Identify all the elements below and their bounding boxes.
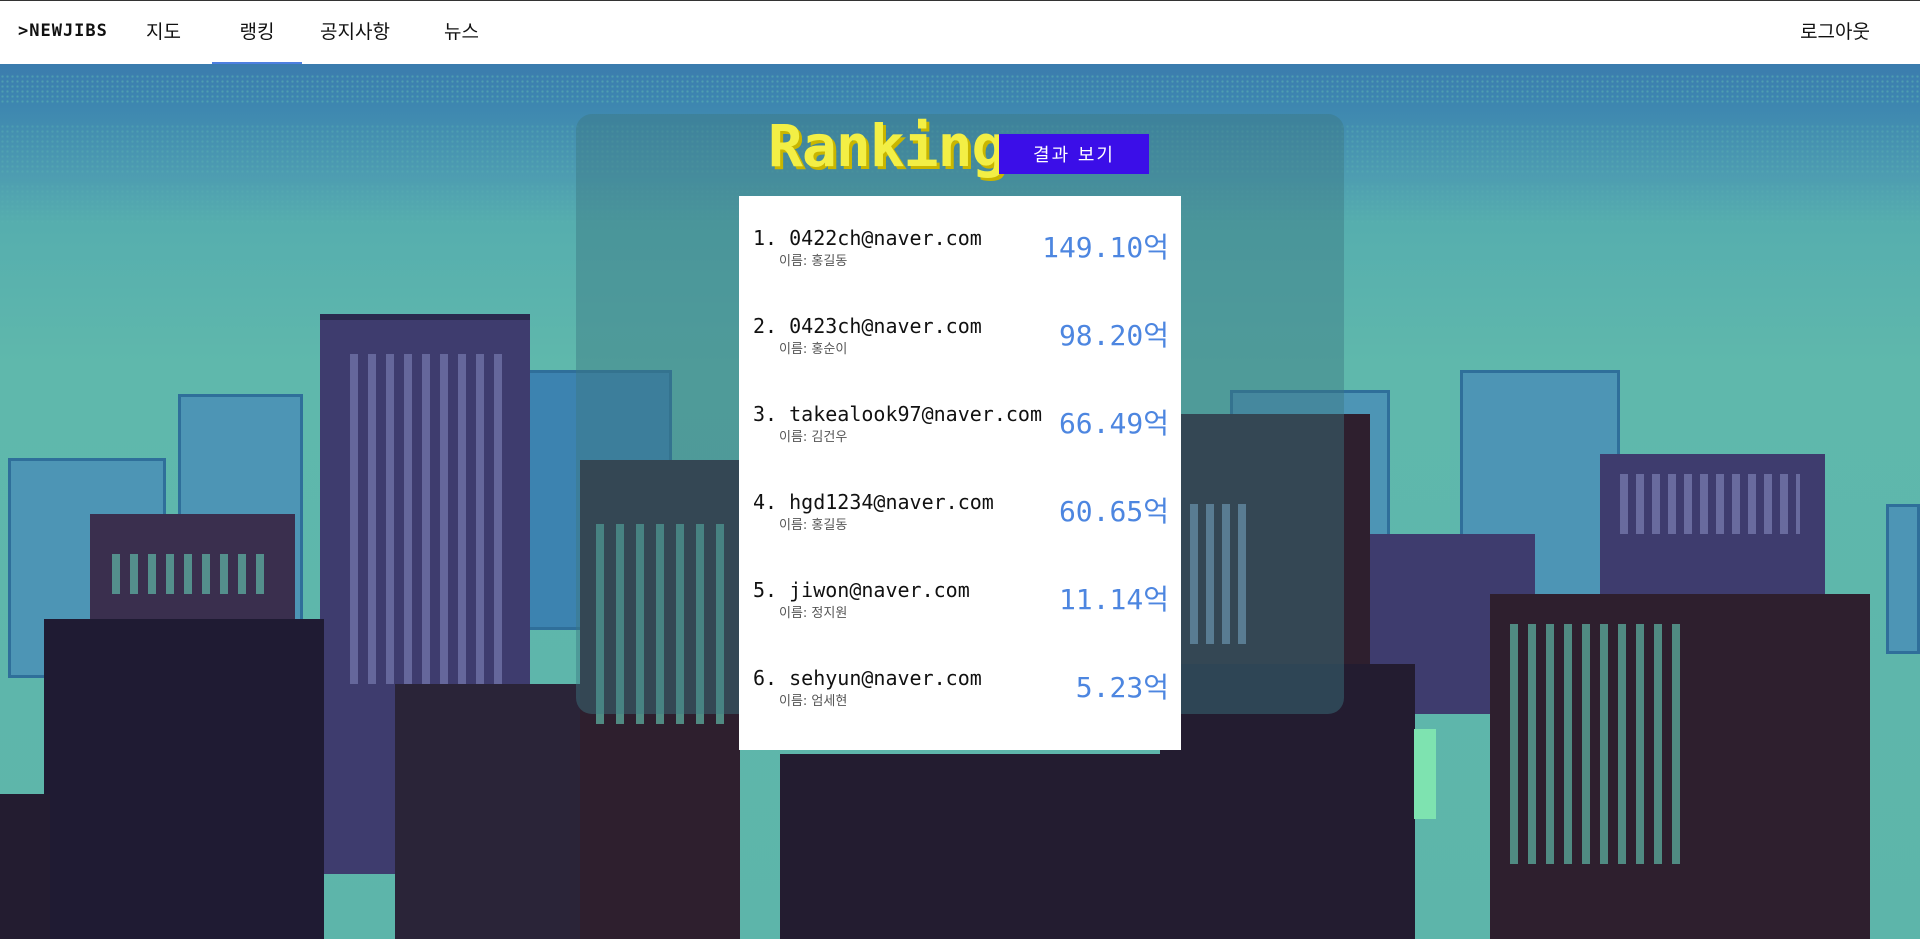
window-lights [112,554,272,594]
building [0,794,50,939]
ranking-row[interactable]: 3. takealook97@naver.com 이름: 김건우 66.49억 [753,402,1169,462]
rank-email: 3. takealook97@naver.com [753,402,1042,426]
building [44,619,324,939]
nav-item-map[interactable]: 지도 [146,1,181,65]
ranking-row[interactable]: 6. sehyun@naver.com 이름: 엄세현 5.23억 [753,666,1169,726]
rank-amount: 60.65억 [1058,495,1169,528]
window-lights [1510,624,1680,864]
nav-item-news[interactable]: 뉴스 [444,1,479,65]
logout-button[interactable]: 로그아웃 [1800,1,1870,65]
window-lights [1620,474,1800,534]
rank-name: 이름: 홍순이 [779,342,848,357]
rank-amount: 5.23억 [1075,671,1169,704]
nav-item-notice[interactable]: 공지사항 [320,1,390,65]
ranking-row[interactable]: 5. jiwon@naver.com 이름: 정지원 11.14억 [753,578,1169,638]
ranking-row[interactable]: 4. hgd1234@naver.com 이름: 홍길동 60.65억 [753,490,1169,550]
sky-dither [0,74,1920,104]
ranking-row[interactable]: 2. 0423ch@naver.com 이름: 홍순이 98.20억 [753,314,1169,374]
ranking-list: 1. 0422ch@naver.com 이름: 홍길동 149.10억 2. 0… [739,196,1181,750]
rank-amount: 98.20억 [1058,319,1169,352]
rank-amount: 149.10억 [1042,231,1169,264]
rank-amount: 11.14억 [1058,583,1169,616]
rank-name: 이름: 정지원 [779,606,848,621]
rank-email: 1. 0422ch@naver.com [753,226,982,250]
rank-name: 이름: 홍길동 [779,518,848,533]
page-title: Ranking [768,112,1006,180]
rank-email: 4. hgd1234@naver.com [753,490,994,514]
view-results-button[interactable]: 결과 보기 [999,134,1149,174]
rank-name: 이름: 홍길동 [779,254,848,269]
rank-name: 이름: 엄세현 [779,694,848,709]
neon-sign [1414,729,1436,819]
nav-item-ranking[interactable]: 랭킹 [212,1,302,65]
building [780,754,1160,939]
building [1886,504,1920,654]
rank-email: 5. jiwon@naver.com [753,578,970,602]
window-lights [350,354,510,684]
rank-amount: 66.49억 [1058,407,1169,440]
ranking-row[interactable]: 1. 0422ch@naver.com 이름: 홍길동 149.10억 [753,226,1169,286]
top-nav: >NEWJIBS 지도 랭킹 공지사항 뉴스 로그아웃 [0,0,1920,65]
rank-email: 6. sehyun@naver.com [753,666,982,690]
rank-email: 2. 0423ch@naver.com [753,314,982,338]
logo[interactable]: >NEWJIBS [18,21,108,41]
rank-name: 이름: 김건우 [779,430,848,445]
